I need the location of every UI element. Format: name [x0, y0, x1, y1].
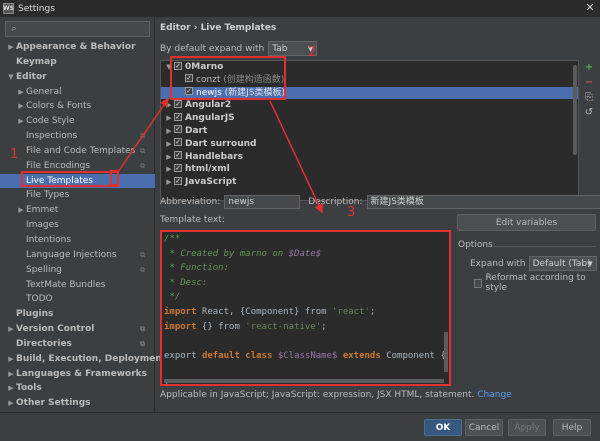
- arrow-2-to-3: [269, 100, 323, 214]
- annotation-arrows: [21, 97, 323, 214]
- annotation-box-1: [21, 171, 119, 187]
- arrow-1-to-2: [117, 97, 169, 173]
